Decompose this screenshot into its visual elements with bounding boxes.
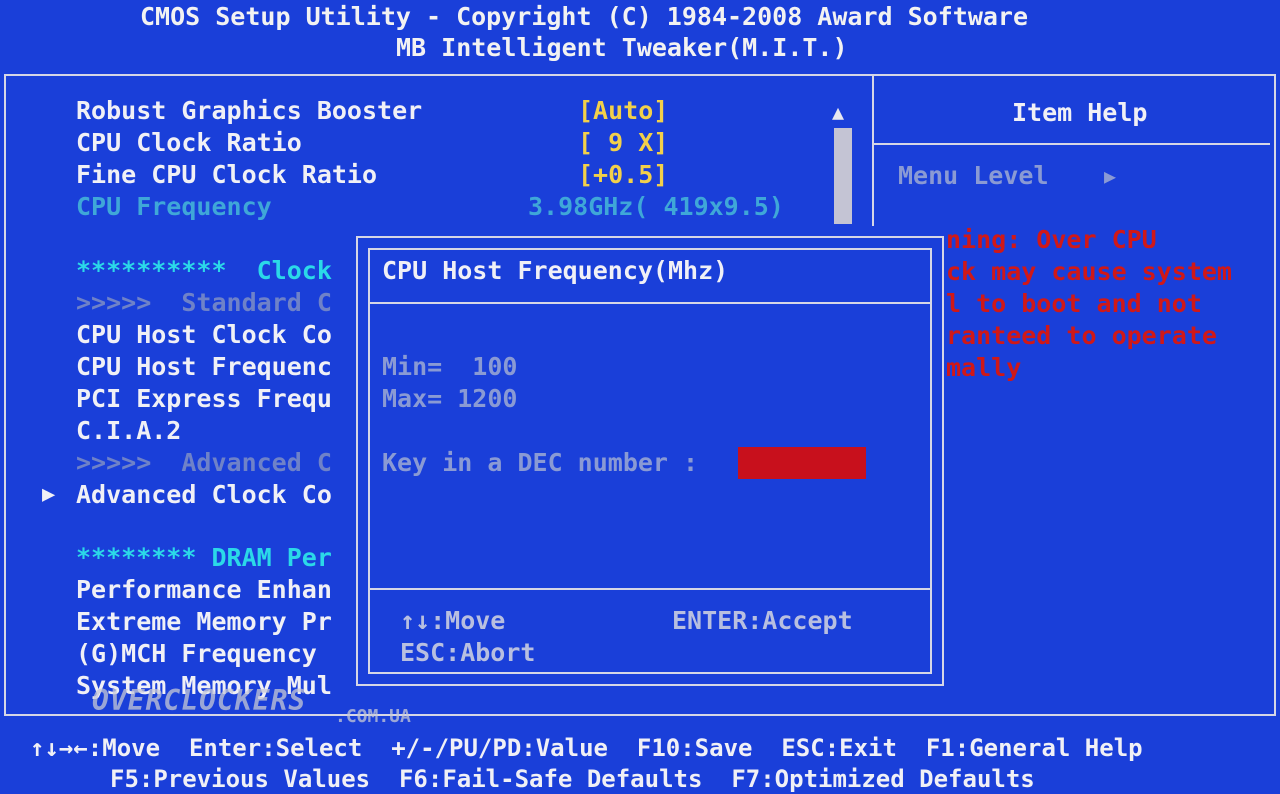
- menu-item-extreme-memory-profile[interactable]: Extreme Memory Pr: [76, 607, 332, 637]
- help-warning-line-2: ck may cause system: [946, 257, 1232, 286]
- dialog-title: CPU Host Frequency(Mhz): [382, 256, 729, 285]
- menu-level-arrow-icon: ▶: [1104, 164, 1117, 188]
- dialog-hint-divider: [368, 588, 930, 590]
- help-warning-line-1: ning: Over CPU: [946, 225, 1157, 254]
- dialog-max: Max= 1200: [382, 384, 518, 413]
- help-divider: [872, 76, 874, 226]
- value-cpu-frequency: 3.98GHz( 419x9.5): [528, 192, 784, 221]
- menu-item-pci-express-frequency[interactable]: PCI Express Frequ: [76, 384, 332, 414]
- item-help-title: Item Help: [1012, 98, 1148, 127]
- dialog-title-divider: [368, 302, 930, 304]
- header-subtitle: MB Intelligent Tweaker(M.I.T.): [396, 33, 848, 62]
- help-warning-line-5: mally: [946, 353, 1022, 382]
- scroll-up-icon[interactable]: ▲: [832, 100, 844, 124]
- menu-item-cpu-clock-ratio[interactable]: CPU Clock Ratio: [76, 128, 302, 158]
- subheader-standard-clock: >>>>> Standard C: [76, 288, 332, 317]
- value-robust-graphics-booster[interactable]: [Auto]: [578, 96, 668, 126]
- menu-item-robust-graphics-booster[interactable]: Robust Graphics Booster: [76, 96, 422, 126]
- footer-keys-line-2: F5:Previous Values F6:Fail-Safe Defaults…: [110, 765, 1035, 793]
- value-cpu-clock-ratio[interactable]: [ 9 X]: [578, 128, 668, 158]
- menu-item-cpu-host-frequency[interactable]: CPU Host Frequenc: [76, 352, 332, 382]
- menu-item-performance-enhance[interactable]: Performance Enhan: [76, 575, 332, 605]
- scrollbar[interactable]: [834, 128, 852, 224]
- dialog-prompt: Key in a DEC number :: [382, 448, 699, 477]
- menu-item-fine-cpu-clock-ratio[interactable]: Fine CPU Clock Ratio: [76, 160, 377, 190]
- help-title-divider: [874, 143, 1270, 145]
- menu-item-gmch-frequency[interactable]: (G)MCH Frequency: [76, 639, 317, 669]
- dec-number-input[interactable]: [738, 447, 866, 479]
- help-warning-line-4: ranteed to operate: [946, 321, 1217, 350]
- dialog-hint-abort: ESC:Abort: [400, 638, 536, 667]
- overclockers-watermark-domain: .COM.UA: [335, 706, 411, 727]
- dialog-min: Min= 100: [382, 352, 518, 381]
- menu-item-advanced-clock-control[interactable]: Advanced Clock Co: [76, 480, 332, 510]
- overclockers-watermark: OVERCLOCKERS: [92, 684, 307, 717]
- help-warning-line-3: l to boot and not: [946, 289, 1202, 318]
- menu-item-cpu-host-clock-control[interactable]: CPU Host Clock Co: [76, 320, 332, 350]
- footer-keys-line-1: ↑↓→←:Move Enter:Select +/-/PU/PD:Value F…: [30, 734, 1143, 762]
- section-header-clock: ********** Clock: [76, 256, 332, 285]
- value-fine-cpu-clock-ratio[interactable]: [+0.5]: [578, 160, 668, 190]
- subheader-advanced-clock: >>>>> Advanced C: [76, 448, 332, 477]
- dialog-hint-accept: ENTER:Accept: [672, 606, 853, 635]
- submenu-arrow-icon: ▶: [42, 482, 56, 507]
- header-title: CMOS Setup Utility - Copyright (C) 1984-…: [140, 2, 1029, 31]
- menu-item-cpu-frequency: CPU Frequency: [76, 192, 272, 221]
- dialog-hint-move: ↑↓:Move: [400, 606, 506, 635]
- menu-level-label: Menu Level: [898, 161, 1049, 190]
- menu-item-cia2[interactable]: C.I.A.2: [76, 416, 181, 446]
- section-header-dram: ******** DRAM Per: [76, 543, 332, 572]
